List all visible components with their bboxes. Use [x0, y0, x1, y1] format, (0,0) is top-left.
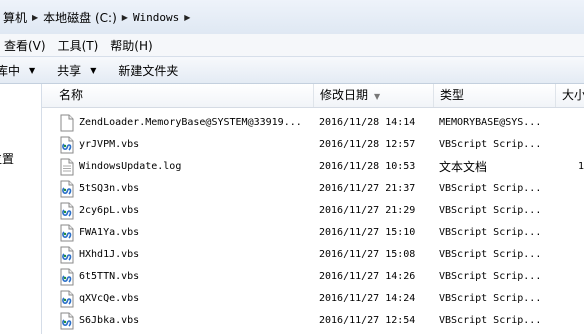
vbscript-file-icon [59, 224, 75, 242]
file-type: 文本文档 [439, 160, 488, 174]
share-button[interactable]: 共享 ▼ [43, 62, 104, 79]
file-row[interactable]: 2cy6pL.vbs 2016/11/27 21:29 VBScript Scr… [42, 200, 584, 222]
generic-file-icon [59, 114, 75, 132]
file-name: qXVcQe.vbs [79, 293, 140, 304]
chevron-right-icon[interactable]: ▶ [182, 13, 192, 22]
chevron-right-icon[interactable]: ▶ [120, 13, 130, 22]
file-type: VBScript Scrip... [439, 227, 542, 238]
file-type: VBScript Scrip... [439, 271, 542, 282]
file-row[interactable]: WindowsUpdate.log 2016/11/28 10:53 文本文档 … [42, 156, 584, 178]
file-name: WindowsUpdate.log [79, 161, 182, 172]
command-bar: 库中 ▼ 共享 ▼ 新建文件夹 [0, 57, 584, 84]
file-size [578, 310, 584, 332]
file-row[interactable]: S6Jbka.vbs 2016/11/27 12:54 VBScript Scr… [42, 310, 584, 332]
column-header-date-label: 修改日期 [320, 88, 369, 102]
breadcrumb: 算机 ▶ 本地磁盘 (C:) ▶ Windows ▶ [0, 7, 192, 27]
menu-tools[interactable]: 工具(T) [52, 37, 105, 54]
include-in-library-button[interactable]: 库中 ▼ [0, 62, 43, 79]
menu-help[interactable]: 帮助(H) [104, 37, 158, 54]
file-type: VBScript Scrip... [439, 183, 542, 194]
share-label: 共享 [57, 63, 82, 78]
column-header-name[interactable]: 名称 [42, 84, 314, 107]
file-name: S6Jbka.vbs [79, 315, 140, 326]
file-date: 2016/11/27 21:37 [319, 183, 416, 194]
file-size [578, 134, 584, 156]
file-type: VBScript Scrip... [439, 315, 542, 326]
file-size [578, 200, 584, 222]
file-name: HXhd1J.vbs [79, 249, 140, 260]
file-name: FWA1Ya.vbs [79, 227, 140, 238]
file-row[interactable]: 5tSQ3n.vbs 2016/11/27 21:37 VBScript Scr… [42, 178, 584, 200]
file-size: 1 [578, 161, 584, 172]
file-size [578, 288, 584, 310]
file-name: ZendLoader.MemoryBase@SYSTEM@33919... [79, 117, 302, 128]
menu-bar: 查看(V) 工具(T) 帮助(H) [0, 34, 584, 57]
column-header-type[interactable]: 类型 [434, 84, 556, 107]
file-date: 2016/11/28 14:14 [319, 117, 416, 128]
file-type: MEMORYBASE@SYS... [439, 117, 542, 128]
vbscript-file-icon [59, 180, 75, 198]
file-date: 2016/11/27 12:54 [319, 315, 416, 326]
file-date: 2016/11/27 21:29 [319, 205, 416, 216]
file-date: 2016/11/27 14:24 [319, 293, 416, 304]
vbscript-file-icon [59, 290, 75, 308]
text-file-icon [59, 158, 75, 176]
column-header-type-label: 类型 [440, 88, 465, 102]
breadcrumb-windows[interactable]: Windows [130, 11, 182, 24]
column-header-size-label: 大小 [562, 88, 584, 102]
file-name: 2cy6pL.vbs [79, 205, 140, 216]
breadcrumb-local-disk[interactable]: 本地磁盘 (C:) [40, 9, 120, 26]
address-bar[interactable]: 算机 ▶ 本地磁盘 (C:) ▶ Windows ▶ [0, 0, 584, 35]
file-name: yrJVPM.vbs [79, 139, 140, 150]
file-type: VBScript Scrip... [439, 139, 542, 150]
breadcrumb-computer[interactable]: 算机 [0, 9, 30, 26]
file-row[interactable]: FWA1Ya.vbs 2016/11/27 15:10 VBScript Scr… [42, 222, 584, 244]
sort-descending-icon: ▼ [374, 92, 381, 101]
vbscript-file-icon [59, 202, 75, 220]
column-header-name-label: 名称 [59, 88, 84, 102]
file-size [578, 112, 584, 134]
chevron-down-icon: ▼ [29, 65, 36, 75]
file-date: 2016/11/28 12:57 [319, 139, 416, 150]
file-row[interactable]: ZendLoader.MemoryBase@SYSTEM@33919... 20… [42, 112, 584, 134]
file-size [578, 244, 584, 266]
file-name: 5tSQ3n.vbs [79, 183, 140, 194]
new-folder-button[interactable]: 新建文件夹 [104, 62, 186, 79]
file-date: 2016/11/27 14:26 [319, 271, 416, 282]
file-date: 2016/11/27 15:08 [319, 249, 416, 260]
file-type: VBScript Scrip... [439, 249, 542, 260]
column-header-size[interactable]: 大小 [556, 84, 584, 107]
chevron-right-icon[interactable]: ▶ [30, 13, 40, 22]
vbscript-file-icon [59, 268, 75, 286]
file-row[interactable]: yrJVPM.vbs 2016/11/28 12:57 VBScript Scr… [42, 134, 584, 156]
file-row[interactable]: 6t5TTN.vbs 2016/11/27 14:26 VBScript Scr… [42, 266, 584, 288]
file-list: ZendLoader.MemoryBase@SYSTEM@33919... 20… [42, 112, 584, 332]
file-row[interactable]: qXVcQe.vbs 2016/11/27 14:24 VBScript Scr… [42, 288, 584, 310]
include-in-library-label: 库中 [0, 63, 21, 78]
file-size [578, 222, 584, 244]
file-size [578, 178, 584, 200]
vbscript-file-icon [59, 136, 75, 154]
vbscript-file-icon [59, 312, 75, 330]
column-header-date[interactable]: 修改日期 ▼ [314, 84, 434, 107]
file-row[interactable]: HXhd1J.vbs 2016/11/27 15:08 VBScript Scr… [42, 244, 584, 266]
file-type: VBScript Scrip... [439, 293, 542, 304]
file-size [578, 266, 584, 288]
file-date: 2016/11/28 10:53 [319, 161, 416, 172]
file-date: 2016/11/27 15:10 [319, 227, 416, 238]
file-name: 6t5TTN.vbs [79, 271, 140, 282]
menu-view[interactable]: 查看(V) [0, 37, 52, 54]
vbscript-file-icon [59, 246, 75, 264]
column-headers: 名称 修改日期 ▼ 类型 大小 [42, 84, 584, 108]
nav-item-location[interactable]: 位置 [0, 150, 14, 167]
navigation-pane[interactable]: 位置 [0, 84, 42, 334]
chevron-down-icon: ▼ [90, 65, 97, 75]
file-type: VBScript Scrip... [439, 205, 542, 216]
